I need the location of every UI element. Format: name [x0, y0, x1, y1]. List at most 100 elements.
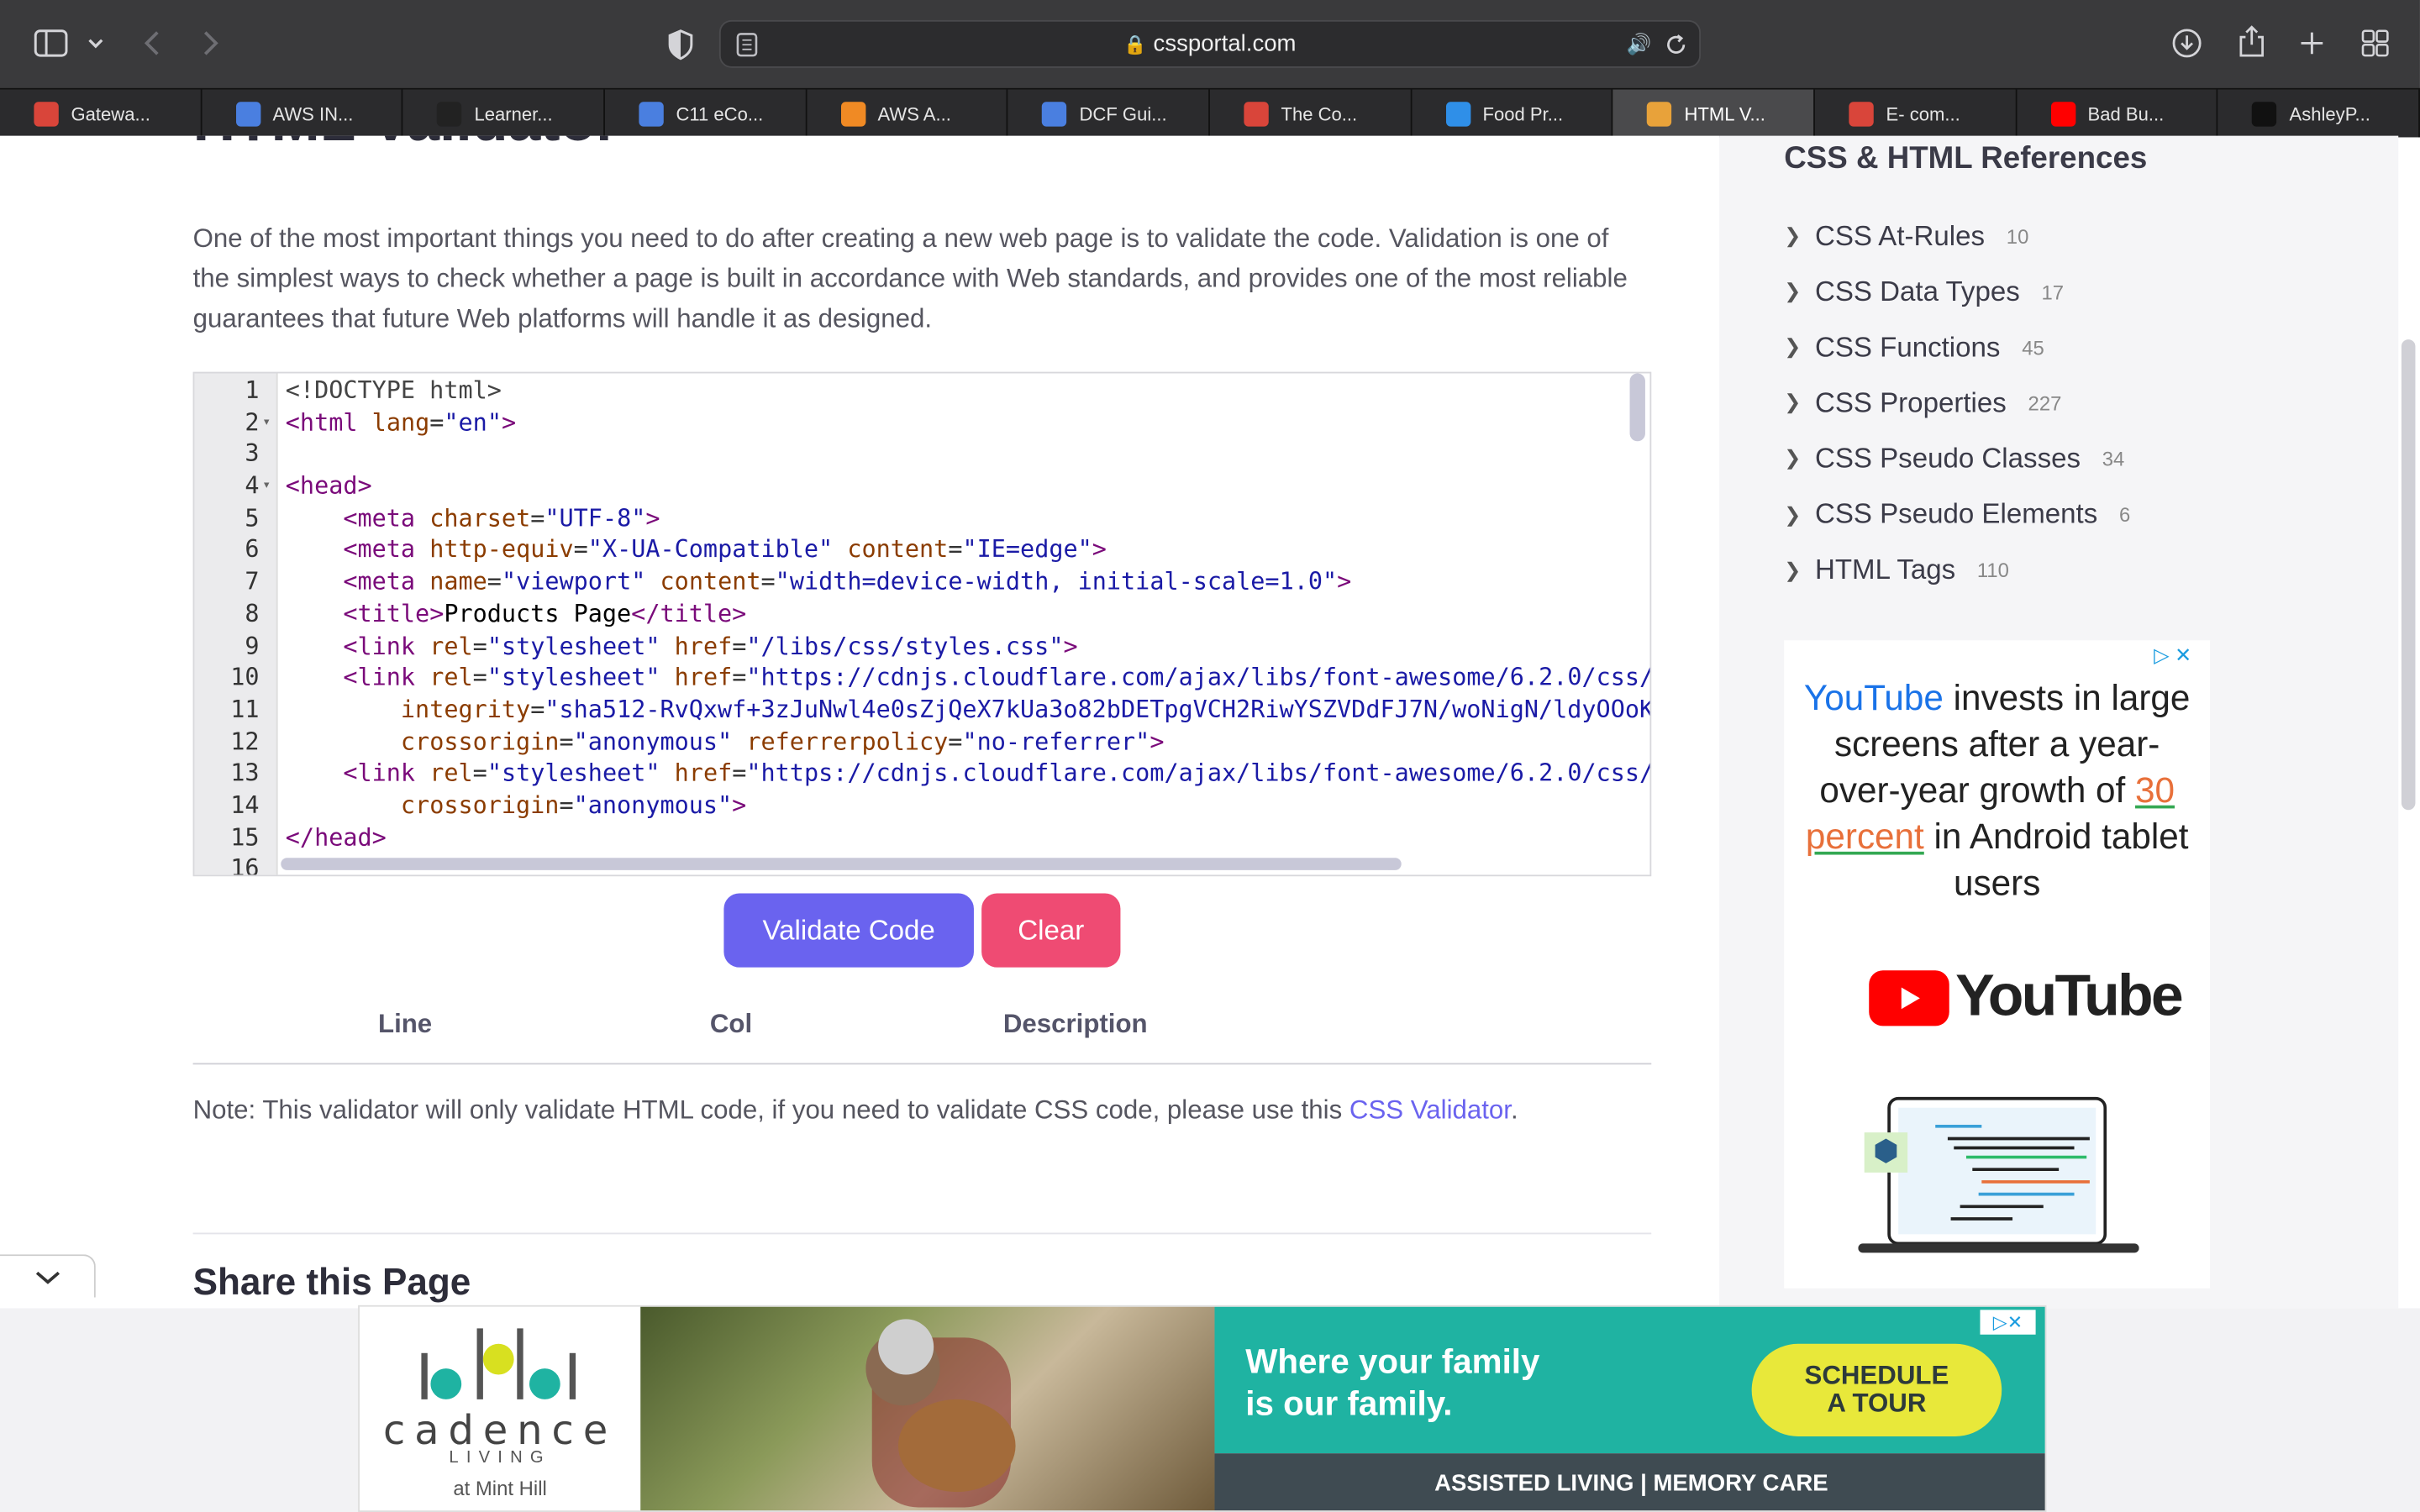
code-content[interactable]: 1 <!DOCTYPE html> 2 ▾ <html lang="en"> 3 4 ▾ <he…	[194, 373, 1649, 874]
sidebar-item[interactable]: ❯ CSS At-Rules 10	[1784, 218, 2028, 255]
code-editor[interactable]: 1 <!DOCTYPE html> 2 ▾ <html lang="en"> 3 4 ▾ <he…	[192, 371, 1652, 877]
code-text[interactable]: <!DOCTYPE html>	[286, 375, 502, 407]
chevron-down-icon[interactable]	[83, 31, 108, 55]
line-number: 14	[230, 791, 260, 820]
code-text[interactable]: <meta http-equiv="X-UA-Compatible" conte…	[286, 534, 1107, 566]
code-line[interactable]: 10 <link rel="stylesheet" href="https://…	[194, 662, 1649, 694]
bottom-banner-ad[interactable]: cadence LIVING at Mint Hill Where your f…	[358, 1305, 2047, 1512]
ad-choices-icon[interactable]: ▷✕	[1980, 1310, 2036, 1335]
code-line[interactable]: 4 ▾ <head>	[194, 470, 1649, 502]
schedule-tour-button[interactable]: SCHEDULE A TOUR	[1751, 1343, 2002, 1436]
sidebar-item-count: 45	[2022, 335, 2044, 360]
code-text[interactable]: crossorigin="anonymous" referrerpolicy="…	[286, 726, 1165, 758]
code-text[interactable]: integrity="sha512-RvQxwf+3zJuNwl4e0sZjQe…	[286, 694, 1650, 726]
sidebar-item-count: 227	[2028, 391, 2062, 415]
browser-tab[interactable]: C11 eCo...	[605, 89, 808, 138]
code-text[interactable]: <meta charset="UTF-8">	[286, 502, 660, 534]
sidebar-toggle-icon[interactable]	[31, 28, 71, 59]
url-text[interactable]: 🔒 cssportal.com	[721, 31, 1699, 57]
browser-tab[interactable]: Learner...	[403, 89, 606, 138]
sidebar-item[interactable]: ❯ CSS Functions 45	[1784, 329, 2044, 366]
browser-tab[interactable]: HTML V...	[1613, 89, 1816, 138]
code-line[interactable]: 15 </head>	[194, 822, 1649, 853]
code-line[interactable]: 5 <meta charset="UTF-8">	[194, 502, 1649, 534]
sidebar-item-label: CSS Data Types	[1814, 276, 2020, 307]
browser-tab[interactable]: E- com...	[1815, 89, 2018, 138]
clear-button[interactable]: Clear	[981, 893, 1121, 968]
css-validator-link[interactable]: CSS Validator	[1349, 1095, 1511, 1125]
code-line[interactable]: 9 <link rel="stylesheet" href="/libs/css…	[194, 630, 1649, 662]
page-scrollbar[interactable]	[2401, 339, 2416, 811]
shield-icon[interactable]	[664, 28, 697, 61]
sidebar-item[interactable]: ❯ CSS Pseudo Elements 6	[1784, 496, 2130, 533]
tab-label: The Co...	[1281, 102, 1358, 124]
cadence-logo: cadence LIVING at Mint Hill	[359, 1306, 641, 1511]
browser-tab[interactable]: Food Pr...	[1412, 89, 1614, 138]
cta-line-1: SCHEDULE	[1804, 1360, 1949, 1390]
sidebar-item[interactable]: ❯ HTML Tags 110	[1784, 552, 2009, 589]
collapse-toggle[interactable]	[0, 1254, 96, 1298]
back-icon[interactable]	[136, 28, 167, 59]
browser-tab[interactable]: Bad Bu...	[2017, 89, 2219, 138]
fold-arrow-icon[interactable]: ▾	[262, 470, 271, 502]
browser-tab[interactable]: AshleyP...	[2218, 89, 2420, 138]
code-line[interactable]: 2 ▾ <html lang="en">	[194, 407, 1649, 438]
share-icon[interactable]	[2235, 24, 2269, 58]
browser-tab[interactable]: Gatewa...	[0, 89, 203, 138]
code-text[interactable]: <head>	[286, 470, 372, 502]
browser-tab[interactable]: AWS A...	[807, 89, 1009, 138]
line-number: 6	[245, 536, 260, 564]
sidebar-item[interactable]: ❯ CSS Data Types 17	[1784, 273, 2064, 310]
chevron-right-icon: ❯	[1784, 223, 1802, 247]
editor-vertical-scrollbar[interactable]	[1629, 373, 1645, 442]
code-line[interactable]: 13 <link rel="stylesheet" href="https://…	[194, 758, 1649, 790]
sidebar-ad[interactable]: ▷ ✕ YouTube invests in large screens aft…	[1784, 640, 2211, 1289]
validate-code-button[interactable]: Validate Code	[723, 893, 974, 968]
sidebar-item[interactable]: ❯ CSS Pseudo Classes 34	[1784, 440, 2124, 477]
reload-icon[interactable]	[1662, 31, 1690, 59]
code-line[interactable]: 7 <meta name="viewport" content="width=d…	[194, 566, 1649, 598]
tab-label: Learner...	[474, 102, 553, 124]
new-tab-icon[interactable]	[2295, 26, 2328, 60]
browser-tab[interactable]: The Co...	[1210, 89, 1413, 138]
share-heading: Share this Page	[192, 1262, 471, 1305]
code-line[interactable]: 3	[194, 438, 1649, 470]
code-text[interactable]: <link rel="stylesheet" href="https://cdn…	[286, 758, 1649, 790]
browser-tab[interactable]: AWS IN...	[202, 89, 404, 138]
ad-photo	[640, 1306, 1215, 1511]
code-line[interactable]: 8 <title>Products Page</title>	[194, 598, 1649, 630]
code-line[interactable]: 12 crossorigin="anonymous" referrerpolic…	[194, 726, 1649, 758]
sidebar-item-count: 17	[2041, 280, 2065, 304]
line-number: 1	[245, 376, 260, 405]
code-text[interactable]: <title>Products Page</title>	[286, 598, 746, 630]
editor-horizontal-scrollbar[interactable]	[281, 858, 1402, 870]
code-line[interactable]: 1 <!DOCTYPE html>	[194, 375, 1649, 407]
code-text[interactable]: <link rel="stylesheet" href="/libs/css/s…	[286, 630, 1077, 662]
code-text[interactable]: <link rel="stylesheet" href="https://cdn…	[286, 662, 1649, 694]
tab-overview-icon[interactable]	[2358, 26, 2391, 60]
ad-headline: Where your family is our family.	[1245, 1341, 1539, 1424]
speaker-icon[interactable]: 🔊	[1625, 33, 1653, 57]
forward-icon[interactable]	[196, 28, 227, 59]
sidebar-item-count: 10	[2006, 224, 2029, 248]
man-with-dog-illustration-icon	[865, 1319, 1016, 1508]
browser-tab[interactable]: DCF Gui...	[1008, 89, 1211, 138]
code-text[interactable]: <meta name="viewport" content="width=dev…	[286, 566, 1352, 598]
results-header-line: Line	[377, 1009, 433, 1039]
tab-label: AshleyP...	[2289, 102, 2370, 124]
download-icon[interactable]	[2170, 26, 2203, 60]
ad-choices-icon[interactable]: ▷ ✕	[2154, 643, 2191, 668]
tab-favicon-icon	[1445, 101, 1470, 126]
code-text[interactable]: <html lang="en">	[286, 407, 516, 438]
ad-footer: ASSISTED LIVING | MEMORY CARE	[1214, 1453, 2045, 1511]
code-line[interactable]: 6 <meta http-equiv="X-UA-Compatible" con…	[194, 534, 1649, 566]
code-line[interactable]: 14 crossorigin="anonymous">	[194, 790, 1649, 822]
code-text[interactable]: </head>	[286, 822, 387, 853]
sidebar-item[interactable]: ❯ CSS Properties 227	[1784, 385, 2061, 422]
chevron-right-icon: ❯	[1784, 501, 1802, 526]
code-text[interactable]: crossorigin="anonymous">	[286, 790, 746, 822]
fold-arrow-icon[interactable]: ▾	[262, 407, 271, 438]
page-title: HTML Validator	[193, 136, 619, 156]
address-bar[interactable]: 🔒 cssportal.com 🔊	[718, 19, 1702, 68]
code-line[interactable]: 11 integrity="sha512-RvQxwf+3zJuNwl4e0sZ…	[194, 694, 1649, 726]
